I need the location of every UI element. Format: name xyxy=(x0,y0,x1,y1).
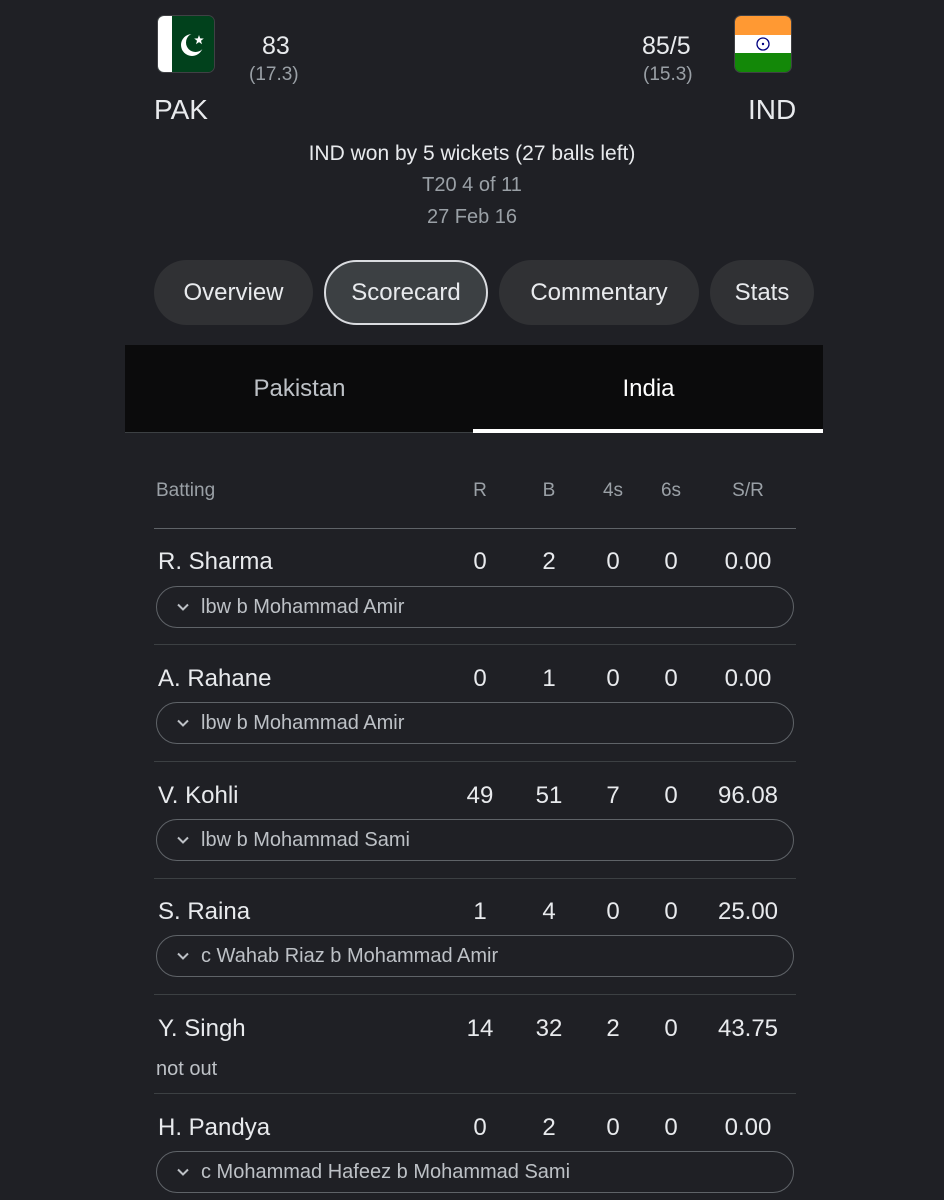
batter-strike-rate: 43.75 xyxy=(717,1015,779,1042)
batter-runs: 0 xyxy=(473,665,487,692)
tab-india[interactable]: India xyxy=(474,345,823,433)
batter-sixes: 0 xyxy=(664,665,678,692)
batter-fours: 0 xyxy=(606,1114,620,1141)
team1-overs: (17.3) xyxy=(249,64,299,85)
batter-balls: 2 xyxy=(542,548,556,575)
team1-code: PAK xyxy=(154,94,208,125)
dismissal-text: c Mohammad Hafeez b Mohammad Sami xyxy=(201,1160,571,1183)
team2-code: IND xyxy=(748,94,797,125)
chevron-down-icon xyxy=(177,603,189,611)
dismissal-toggle[interactable]: c Mohammad Hafeez b Mohammad Sami xyxy=(156,1151,794,1193)
team1-score: 83 xyxy=(262,32,290,60)
dismissal-text: not out xyxy=(156,1058,218,1080)
match-series: T20 4 of 11 xyxy=(422,174,522,196)
batter-strike-rate: 96.08 xyxy=(717,782,779,809)
active-tab-indicator xyxy=(473,429,823,433)
match-date: 27 Feb 16 xyxy=(426,206,518,228)
team-tabs: Pakistan India xyxy=(125,345,823,433)
header-runs: R xyxy=(473,480,487,501)
chevron-down-icon xyxy=(177,719,189,727)
tab-scorecard[interactable]: Scorecard xyxy=(324,260,488,325)
header-fours: 4s xyxy=(602,480,624,501)
batter-name: S. Raina xyxy=(158,898,251,925)
team2-score: 85/5 xyxy=(642,32,691,60)
chevron-down-icon xyxy=(177,1168,189,1176)
batter-fours: 2 xyxy=(606,1015,620,1042)
header-balls: B xyxy=(542,480,556,501)
dismissal-toggle[interactable]: lbw b Mohammad Amir xyxy=(156,586,794,628)
header-sixes: 6s xyxy=(660,480,682,501)
team2-overs: (15.3) xyxy=(643,64,693,85)
dismissal-toggle[interactable]: lbw b Mohammad Sami xyxy=(156,819,794,861)
batter-name: R. Sharma xyxy=(158,548,273,575)
batter-balls: 2 xyxy=(542,1114,556,1141)
batter-fours: 0 xyxy=(606,898,620,925)
dismissal-text: lbw b Mohammad Amir xyxy=(201,711,405,734)
batter-strike-rate: 0.00 xyxy=(724,665,772,692)
batter-balls: 1 xyxy=(542,665,556,692)
tab-commentary[interactable]: Commentary xyxy=(499,260,699,325)
match-result: IND won by 5 wickets (27 balls left) xyxy=(308,142,636,165)
batter-runs: 0 xyxy=(473,1114,487,1141)
batter-name: Y. Singh xyxy=(158,1015,246,1042)
row-divider xyxy=(154,761,796,762)
batter-runs: 1 xyxy=(473,898,487,925)
batter-strike-rate: 0.00 xyxy=(724,1114,772,1141)
tab-overview[interactable]: Overview xyxy=(154,260,313,325)
batter-balls: 32 xyxy=(535,1015,563,1042)
batter-name: H. Pandya xyxy=(158,1114,271,1141)
batter-fours: 7 xyxy=(606,782,620,809)
batter-name: V. Kohli xyxy=(158,782,239,809)
chevron-down-icon xyxy=(177,952,189,960)
batter-runs: 0 xyxy=(473,548,487,575)
row-divider xyxy=(154,878,796,879)
batter-strike-rate: 0.00 xyxy=(724,548,772,575)
row-divider xyxy=(154,994,796,995)
batter-name: A. Rahane xyxy=(158,665,272,692)
header-divider xyxy=(154,528,796,529)
header-strike-rate: S/R xyxy=(732,480,764,501)
header-batting: Batting xyxy=(156,480,216,501)
batter-runs: 49 xyxy=(466,782,494,809)
batter-fours: 0 xyxy=(606,548,620,575)
scorecard-page: 83 (17.3) PAK 85/5 (15.3) IND IND won by… xyxy=(0,0,944,1200)
batter-sixes: 0 xyxy=(664,548,678,575)
dismissal-text: lbw b Mohammad Sami xyxy=(201,828,410,851)
batter-sixes: 0 xyxy=(664,1114,678,1141)
batter-runs: 14 xyxy=(466,1015,494,1042)
row-divider xyxy=(154,1093,796,1094)
batter-sixes: 0 xyxy=(664,1015,678,1042)
row-divider xyxy=(154,644,796,645)
pakistan-flag-icon xyxy=(158,16,214,72)
batter-balls: 51 xyxy=(535,782,563,809)
batter-sixes: 0 xyxy=(664,782,678,809)
batter-fours: 0 xyxy=(606,665,620,692)
dismissal-toggle[interactable]: lbw b Mohammad Amir xyxy=(156,702,794,744)
chevron-down-icon xyxy=(177,836,189,844)
batter-strike-rate: 25.00 xyxy=(717,898,779,925)
india-flag-icon xyxy=(735,16,791,72)
dismissal-text: c Wahab Riaz b Mohammad Amir xyxy=(201,944,499,967)
batter-balls: 4 xyxy=(542,898,556,925)
dismissal-text: lbw b Mohammad Amir xyxy=(201,595,405,618)
tab-pakistan[interactable]: Pakistan xyxy=(125,345,474,433)
tab-stats[interactable]: Stats xyxy=(710,260,814,325)
dismissal-toggle[interactable]: c Wahab Riaz b Mohammad Amir xyxy=(156,935,794,977)
batter-sixes: 0 xyxy=(664,898,678,925)
